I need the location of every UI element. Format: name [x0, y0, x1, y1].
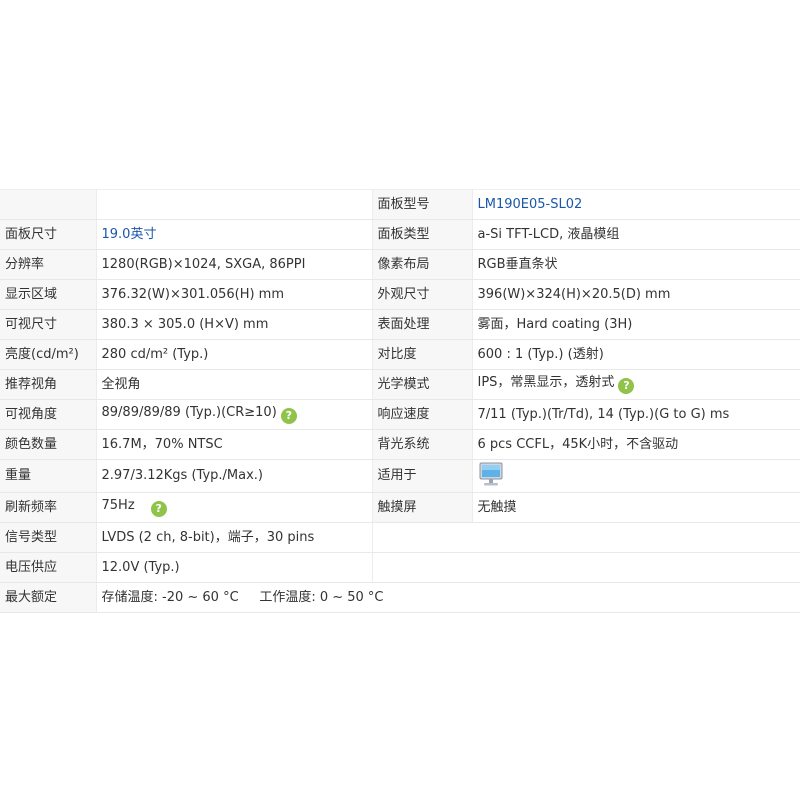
contrast-value: 600 : 1 (Typ.) (透射) — [472, 339, 800, 370]
table-row: 面板尺寸 19.0英寸 面板类型 a-Si TFT-LCD, 液晶模组 — [0, 219, 800, 250]
resolution-value: 1280(RGB)×1024, SXGA, 86PPI — [96, 249, 373, 280]
size-label: 面板尺寸 — [0, 219, 97, 250]
table-row: 刷新频率 75Hz? 触摸屏 无触摸 — [0, 492, 800, 523]
brightness-value: 280 cd/m² (Typ.) — [96, 339, 373, 370]
signal-value: LVDS (2 ch, 8-bit)，端子，30 pins — [96, 522, 373, 553]
refresh-cell: 75Hz? — [96, 492, 373, 523]
optical-label: 光学模式 — [372, 369, 473, 400]
table-row: 分辨率 1280(RGB)×1024, SXGA, 86PPI 像素布局 RGB… — [0, 249, 800, 280]
response-value: 7/11 (Typ.)(Tr/Td), 14 (Typ.)(G to G) ms — [472, 399, 800, 430]
outline-label: 外观尺寸 — [372, 279, 473, 310]
rec-view-label: 推荐视角 — [0, 369, 97, 400]
voltage-label: 电压供应 — [0, 552, 97, 583]
spec-table: 面板型号 LM190E05-SL02 面板尺寸 19.0英寸 面板类型 a-Si… — [0, 189, 800, 613]
view-angle-cell: 89/89/89/89 (Typ.)(CR≥10)? — [96, 399, 373, 430]
pixel-label: 像素布局 — [372, 249, 473, 280]
application-label: 适用于 — [372, 459, 473, 493]
weight-label: 重量 — [0, 459, 97, 493]
brightness-label: 亮度(cd/m²) — [0, 339, 97, 370]
resolution-label: 分辨率 — [0, 249, 97, 280]
type-label: 面板类型 — [372, 219, 473, 250]
table-row: 重量 2.97/3.12Kgs (Typ./Max.) 适用于 — [0, 459, 800, 493]
optical-cell: IPS，常黑显示，透射式? — [472, 369, 800, 400]
help-icon[interactable]: ? — [150, 501, 167, 517]
active-area-value: 376.32(W)×301.056(H) mm — [96, 279, 373, 310]
rec-view-value: 全视角 — [96, 369, 373, 400]
outline-value: 396(W)×324(H)×20.5(D) mm — [472, 279, 800, 310]
application-cell — [472, 459, 800, 493]
response-label: 响应速度 — [372, 399, 473, 430]
view-size-value: 380.3 × 305.0 (H×V) mm — [96, 309, 373, 340]
contrast-label: 对比度 — [372, 339, 473, 370]
backlight-label: 背光系统 — [372, 429, 473, 460]
max-rating-value: 存储温度: -20 ~ 60 °C 工作温度: 0 ~ 50 °C — [96, 582, 800, 613]
model-link[interactable]: LM190E05-SL02 — [472, 189, 800, 220]
size-link[interactable]: 19.0英寸 — [96, 219, 373, 250]
colors-label: 颜色数量 — [0, 429, 97, 460]
voltage-value: 12.0V (Typ.) — [96, 552, 373, 583]
table-row: 颜色数量 16.7M，70% NTSC 背光系统 6 pcs CCFL，45K小… — [0, 429, 800, 460]
active-area-label: 显示区域 — [0, 279, 97, 310]
table-row: 面板型号 LM190E05-SL02 — [0, 189, 800, 220]
touch-value: 无触摸 — [472, 492, 800, 523]
model-label: 面板型号 — [372, 189, 473, 220]
table-row: 可视尺寸 380.3 × 305.0 (H×V) mm 表面处理 雾面，Hard… — [0, 309, 800, 340]
table-row: 电压供应 12.0V (Typ.) — [0, 552, 800, 583]
monitor-icon[interactable] — [478, 461, 504, 492]
view-angle-value: 89/89/89/89 (Typ.)(CR≥10) — [101, 405, 277, 420]
surface-value: 雾面，Hard coating (3H) — [472, 309, 800, 340]
view-angle-label: 可视角度 — [0, 399, 97, 430]
refresh-label: 刷新频率 — [0, 492, 97, 523]
table-row: 推荐视角 全视角 光学模式 IPS，常黑显示，透射式? — [0, 369, 800, 400]
type-value: a-Si TFT-LCD, 液晶模组 — [472, 219, 800, 250]
help-icon[interactable]: ? — [618, 378, 635, 394]
table-row: 亮度(cd/m²) 280 cd/m² (Typ.) 对比度 600 : 1 (… — [0, 339, 800, 370]
colors-value: 16.7M，70% NTSC — [96, 429, 373, 460]
table-row: 最大额定 存储温度: -20 ~ 60 °C 工作温度: 0 ~ 50 °C — [0, 582, 800, 613]
pixel-value: RGB垂直条状 — [472, 249, 800, 280]
table-row: 信号类型 LVDS (2 ch, 8-bit)，端子，30 pins — [0, 522, 800, 553]
touch-label: 触摸屏 — [372, 492, 473, 523]
table-row: 显示区域 376.32(W)×301.056(H) mm 外观尺寸 396(W)… — [0, 279, 800, 310]
backlight-value: 6 pcs CCFL，45K小时，不含驱动 — [472, 429, 800, 460]
refresh-value: 75Hz — [101, 498, 135, 513]
help-icon[interactable]: ? — [280, 408, 297, 424]
weight-value: 2.97/3.12Kgs (Typ./Max.) — [96, 459, 373, 493]
view-size-label: 可视尺寸 — [0, 309, 97, 340]
surface-label: 表面处理 — [372, 309, 473, 340]
table-row: 可视角度 89/89/89/89 (Typ.)(CR≥10)? 响应速度 7/1… — [0, 399, 800, 430]
optical-value: IPS，常黑显示，透射式 — [477, 375, 615, 390]
signal-label: 信号类型 — [0, 522, 97, 553]
max-rating-label: 最大额定 — [0, 582, 97, 613]
